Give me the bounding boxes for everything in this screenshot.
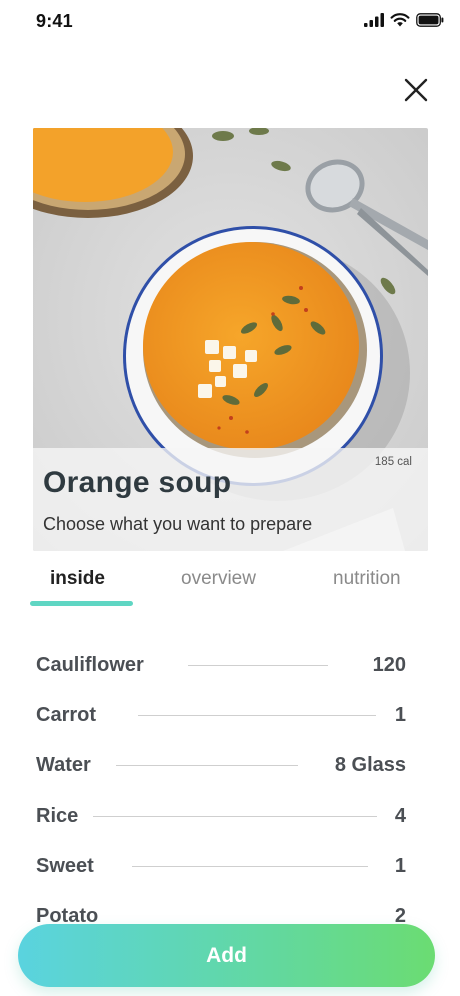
ingredient-divider: [132, 865, 368, 867]
ingredient-amount: 120: [372, 653, 406, 676]
ingredient-amount: 1: [394, 703, 406, 726]
ingredient-name: Water: [36, 754, 91, 777]
ingredient-name: Cauliflower: [36, 653, 144, 676]
tab-nutrition[interactable]: nutrition: [333, 568, 401, 590]
ingredient-name: Rice: [36, 804, 79, 827]
status-bar: 9:41: [0, 0, 460, 44]
close-icon: [404, 78, 428, 102]
close-button[interactable]: [400, 74, 432, 106]
add-button[interactable]: Add: [18, 924, 435, 987]
recipe-info-overlay: 185 cal Orange soup Choose what you want…: [33, 448, 428, 551]
ingredient-divider: [93, 815, 377, 817]
recipe-hero-card: 185 cal Orange soup Choose what you want…: [33, 128, 428, 551]
ingredient-name: Sweet: [36, 854, 94, 877]
recipe-subtitle: Choose what you want to prepare: [43, 514, 313, 534]
recipe-tabs: inside overview nutrition: [0, 560, 460, 610]
add-button-label: Add: [206, 943, 247, 967]
ingredient-divider: [138, 714, 376, 716]
ingredient-divider: [188, 664, 328, 666]
signal-icon: [364, 12, 384, 27]
ingredient-row: Cauliflower 120: [36, 640, 406, 690]
status-time: 9:41: [36, 11, 73, 31]
active-tab-indicator: [30, 601, 133, 606]
ingredient-divider: [116, 765, 298, 767]
ingredient-amount: 4: [394, 804, 406, 827]
tab-inside[interactable]: inside: [50, 568, 105, 590]
wifi-icon: [390, 13, 410, 27]
ingredient-row: Water 8 Glass: [36, 741, 406, 791]
ingredient-row: Carrot 1: [36, 690, 406, 740]
status-icons: [364, 12, 444, 27]
recipe-title: Orange soup: [43, 466, 232, 499]
ingredient-list: Cauliflower 120 Carrot 1 Water 8 Glass R…: [36, 640, 406, 942]
ingredient-amount: 8 Glass: [334, 754, 406, 777]
ingredient-name: Carrot: [36, 703, 97, 726]
calorie-label: 185 cal: [374, 456, 412, 468]
ingredient-amount: 1: [394, 854, 406, 877]
battery-icon: [416, 12, 444, 27]
ingredient-row: Rice 4: [36, 791, 406, 841]
ingredient-row: Sweet 1: [36, 841, 406, 891]
tab-overview[interactable]: overview: [181, 568, 256, 590]
